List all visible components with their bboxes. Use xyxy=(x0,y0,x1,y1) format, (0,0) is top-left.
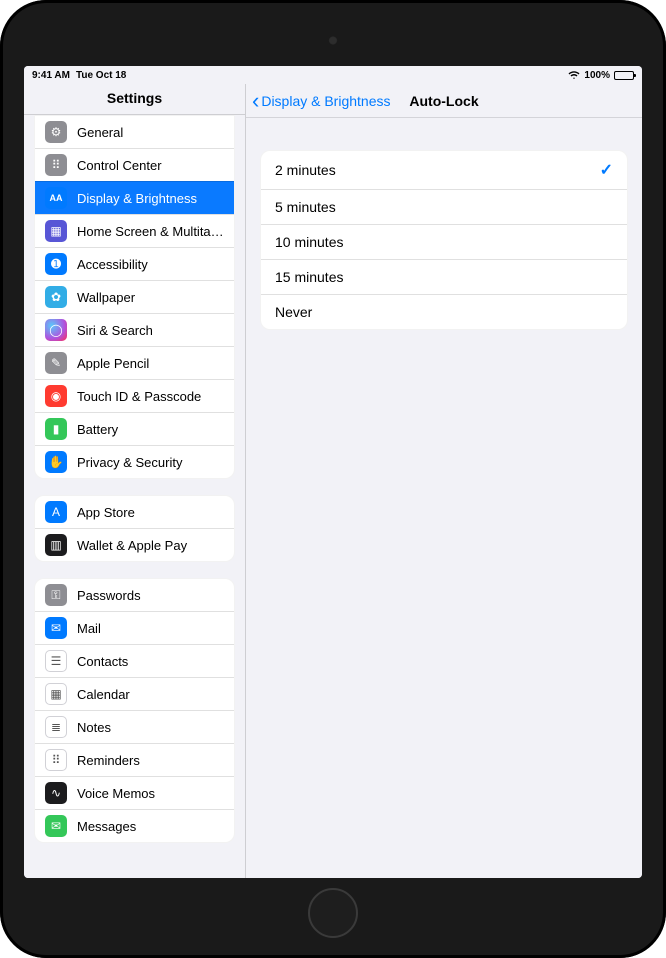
sidebar-item-label: Notes xyxy=(77,720,224,735)
status-date: Tue Oct 18 xyxy=(76,70,126,81)
status-time: 9:41 AM xyxy=(32,70,70,81)
sidebar-item-battery[interactable]: ▮ Battery xyxy=(35,412,234,445)
wifi-icon xyxy=(568,69,580,81)
appstore-icon: A xyxy=(45,501,67,523)
sidebar-item-label: General xyxy=(77,125,224,140)
grid-icon: ▦ xyxy=(45,220,67,242)
notes-icon: ≣ xyxy=(45,716,67,738)
sidebar-item-label: Apple Pencil xyxy=(77,356,224,371)
sidebar-item-privacy[interactable]: ✋ Privacy & Security xyxy=(35,445,234,478)
battery-icon xyxy=(614,71,634,80)
sidebar-groups[interactable]: ⚙︎ General ⠿ Control Center AA Display & Brig… xyxy=(24,115,245,878)
autolock-options: 2 minutes ✓ 5 minutes 10 minutes 15 minutes N… xyxy=(260,150,628,330)
sidebar-item-accessibility[interactable]: ➊ Accessibility xyxy=(35,247,234,280)
sidebar-item-label: Accessibility xyxy=(77,257,224,272)
detail-title: Auto-Lock xyxy=(409,93,478,109)
sidebar-item-siri-search[interactable]: ◯ Siri & Search xyxy=(35,313,234,346)
sidebar-item-label: App Store xyxy=(77,505,224,520)
back-label: Display & Brightness xyxy=(261,93,390,109)
sidebar-item-mail[interactable]: ✉︎ Mail xyxy=(35,611,234,644)
sidebar-item-label: Voice Memos xyxy=(77,786,224,801)
sidebar-item-wallpaper[interactable]: ✿ Wallpaper xyxy=(35,280,234,313)
voicememos-icon: ∿ xyxy=(45,782,67,804)
option-label: 2 minutes xyxy=(275,162,336,178)
sidebar-item-label: Siri & Search xyxy=(77,323,224,338)
sidebar-item-notes[interactable]: ≣ Notes xyxy=(35,710,234,743)
accessibility-icon: ➊ xyxy=(45,253,67,275)
sliders-icon: ⠿ xyxy=(45,154,67,176)
battery-icon: ▮ xyxy=(45,418,67,440)
detail-navbar: ‹ Display & Brightness Auto-Lock xyxy=(246,84,642,118)
status-bar: 9:41 AM Tue Oct 18 100% xyxy=(24,66,642,84)
pencil-icon: ✎ xyxy=(45,352,67,374)
sidebar-item-general[interactable]: ⚙︎ General xyxy=(35,116,234,148)
contacts-icon: ☰ xyxy=(45,650,67,672)
battery-percent: 100% xyxy=(584,70,610,81)
sidebar-group: ⚙︎ General ⠿ Control Center AA Display & Brig… xyxy=(34,115,235,479)
sidebar-item-app-store[interactable]: A App Store xyxy=(35,496,234,528)
chevron-left-icon: ‹ xyxy=(252,95,259,106)
sidebar-item-display-brightness[interactable]: AA Display & Brightness xyxy=(35,181,234,214)
fingerprint-icon: ◉ xyxy=(45,385,67,407)
sidebar-item-reminders[interactable]: ⠿ Reminders xyxy=(35,743,234,776)
sidebar-item-label: Contacts xyxy=(77,654,224,669)
sidebar-item-home-screen[interactable]: ▦ Home Screen & Multitas… xyxy=(35,214,234,247)
option-label: 5 minutes xyxy=(275,199,336,215)
sidebar-item-messages[interactable]: ✉︎ Messages xyxy=(35,809,234,842)
ipad-device-frame: 9:41 AM Tue Oct 18 100% Settings ⚙︎ Gener… xyxy=(0,0,666,958)
sidebar-item-label: Display & Brightness xyxy=(77,191,224,206)
key-icon: ⚿ xyxy=(45,584,67,606)
sidebar-group: ⚿ Passwords ✉︎ Mail ☰ Contacts ▦ Calendar ≣ Notes… xyxy=(34,578,235,843)
sidebar-item-label: Touch ID & Passcode xyxy=(77,389,224,404)
siri-icon: ◯ xyxy=(45,319,67,341)
sidebar-item-label: Reminders xyxy=(77,753,224,768)
autolock-option[interactable]: 5 minutes xyxy=(261,189,627,224)
front-camera xyxy=(329,36,338,45)
wallet-icon: ▥ xyxy=(45,534,67,556)
detail-pane: ‹ Display & Brightness Auto-Lock 2 minut… xyxy=(246,84,642,878)
option-label: 10 minutes xyxy=(275,234,343,250)
option-label: 15 minutes xyxy=(275,269,343,285)
home-button[interactable] xyxy=(308,888,358,938)
option-label: Never xyxy=(275,304,312,320)
messages-icon: ✉︎ xyxy=(45,815,67,837)
flower-icon: ✿ xyxy=(45,286,67,308)
sidebar-title: Settings xyxy=(24,84,245,115)
autolock-option[interactable]: 15 minutes xyxy=(261,259,627,294)
sidebar-item-label: Control Center xyxy=(77,158,224,173)
mail-icon: ✉︎ xyxy=(45,617,67,639)
sidebar-item-label: Calendar xyxy=(77,687,224,702)
reminders-icon: ⠿ xyxy=(45,749,67,771)
sidebar-item-label: Wallpaper xyxy=(77,290,224,305)
sidebar-item-label: Battery xyxy=(77,422,224,437)
autolock-option[interactable]: Never xyxy=(261,294,627,329)
sidebar-item-label: Mail xyxy=(77,621,224,636)
sidebar-item-passwords[interactable]: ⚿ Passwords xyxy=(35,579,234,611)
back-button[interactable]: ‹ Display & Brightness xyxy=(246,93,397,109)
sidebar-item-voice-memos[interactable]: ∿ Voice Memos xyxy=(35,776,234,809)
sidebar-item-control-center[interactable]: ⠿ Control Center xyxy=(35,148,234,181)
autolock-option[interactable]: 2 minutes ✓ xyxy=(261,151,627,189)
sidebar-group: A App Store ▥ Wallet & Apple Pay xyxy=(34,495,235,562)
sidebar-item-label: Messages xyxy=(77,819,224,834)
sidebar-item-wallet[interactable]: ▥ Wallet & Apple Pay xyxy=(35,528,234,561)
hand-icon: ✋ xyxy=(45,451,67,473)
autolock-option[interactable]: 10 minutes xyxy=(261,224,627,259)
sidebar-item-label: Privacy & Security xyxy=(77,455,224,470)
sidebar-item-label: Home Screen & Multitas… xyxy=(77,224,224,239)
screen: 9:41 AM Tue Oct 18 100% Settings ⚙︎ Gener… xyxy=(24,66,642,878)
settings-sidebar: Settings ⚙︎ General ⠿ Control Center AA Displ… xyxy=(24,84,246,878)
sidebar-item-label: Wallet & Apple Pay xyxy=(77,538,224,553)
sidebar-item-calendar[interactable]: ▦ Calendar xyxy=(35,677,234,710)
sidebar-item-apple-pencil[interactable]: ✎ Apple Pencil xyxy=(35,346,234,379)
text-size-icon: AA xyxy=(45,187,67,209)
checkmark-icon: ✓ xyxy=(600,160,613,180)
sidebar-item-label: Passwords xyxy=(77,588,224,603)
gear-icon: ⚙︎ xyxy=(45,121,67,143)
sidebar-item-contacts[interactable]: ☰ Contacts xyxy=(35,644,234,677)
calendar-icon: ▦ xyxy=(45,683,67,705)
sidebar-item-touch-id[interactable]: ◉ Touch ID & Passcode xyxy=(35,379,234,412)
